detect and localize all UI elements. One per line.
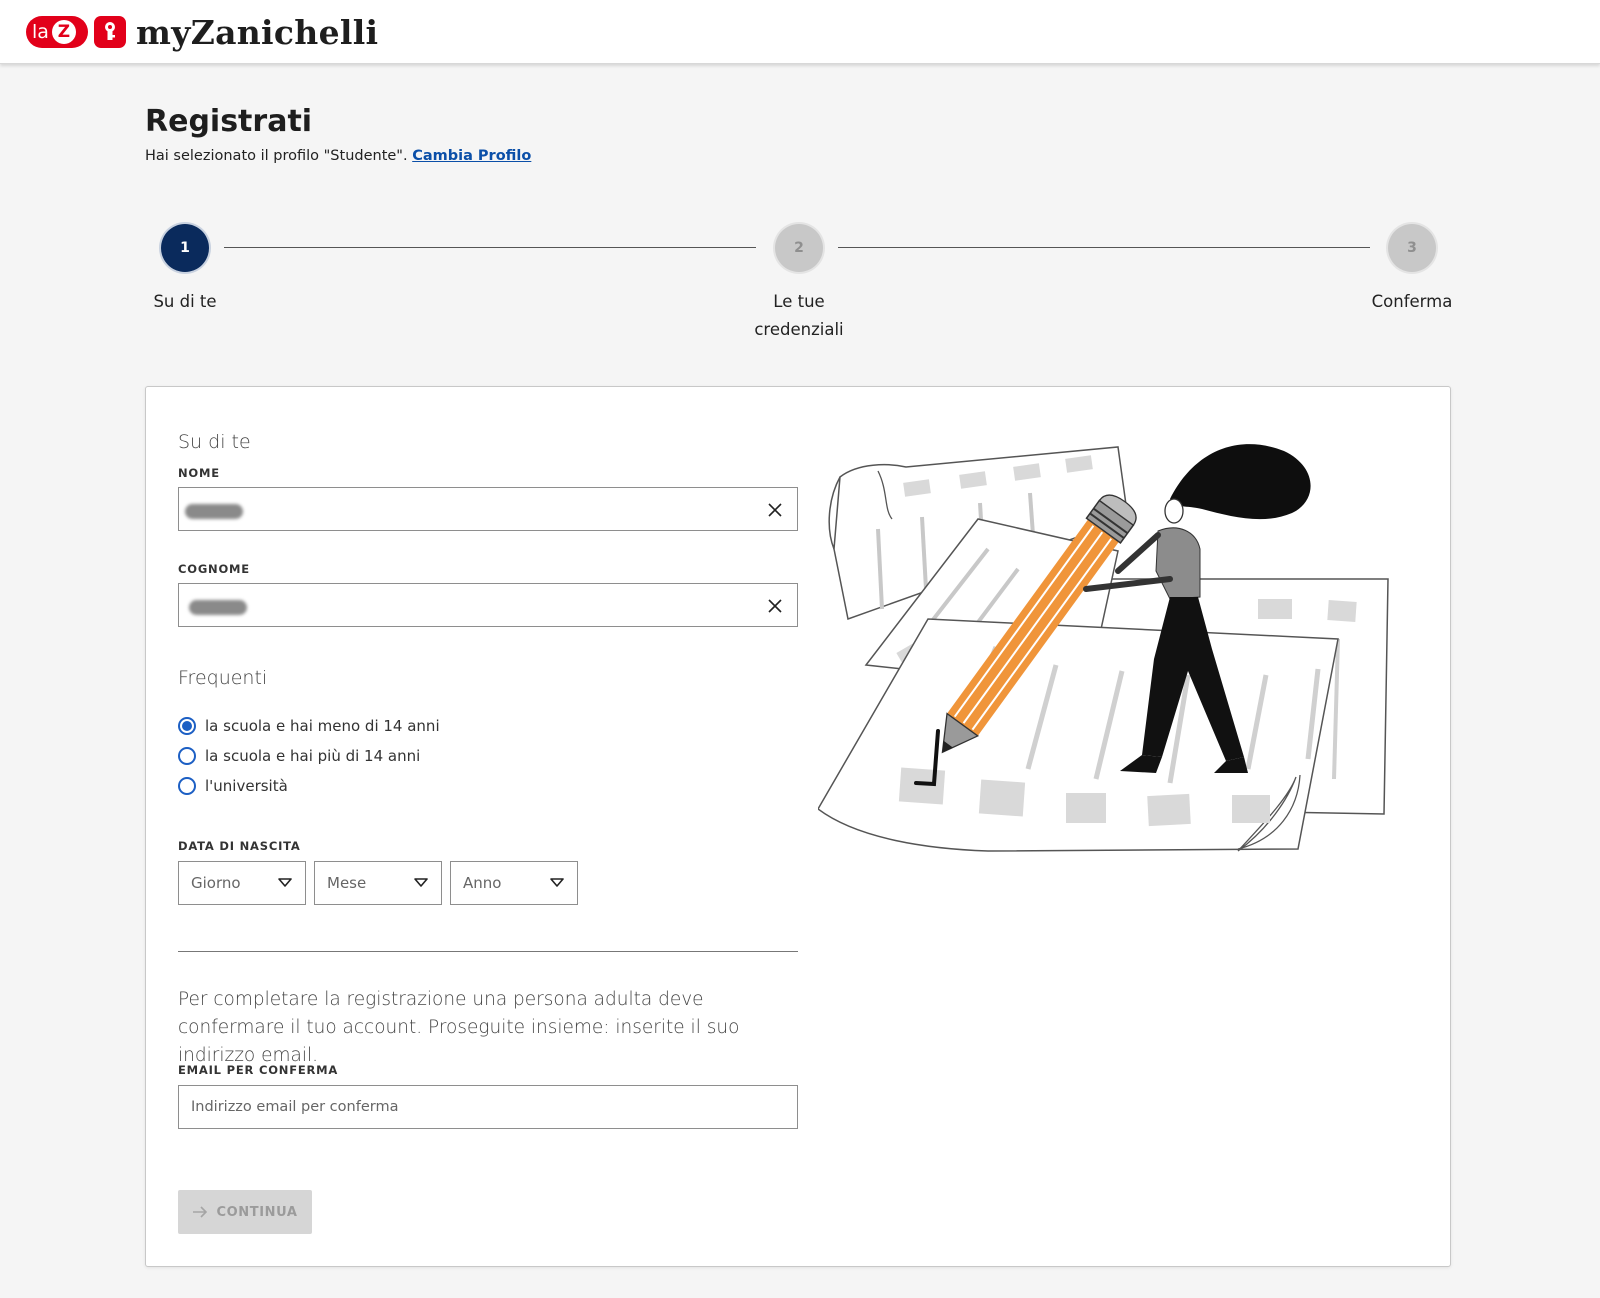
radio-label: la scuola e hai più di 14 anni bbox=[205, 747, 421, 765]
chevron-down-icon bbox=[414, 878, 428, 887]
logo-brand-text: myZanichelli bbox=[136, 12, 379, 52]
arrow-right-icon bbox=[192, 1206, 208, 1218]
la-z-logo-badge: la Z bbox=[26, 16, 88, 48]
step-connector-1 bbox=[224, 247, 756, 248]
radio-label: la scuola e hai meno di 14 anni bbox=[205, 717, 440, 735]
radio-label: l'università bbox=[205, 777, 288, 795]
cognome-value-redacted bbox=[189, 600, 247, 615]
radio-option-under-14[interactable]: la scuola e hai meno di 14 anni bbox=[178, 717, 440, 735]
radio-option-over-14[interactable]: la scuola e hai più di 14 anni bbox=[178, 747, 420, 765]
registration-card: Su di te NOME COGNOME Frequenti la scuol… bbox=[145, 386, 1451, 1267]
step-3-label: Conferma bbox=[1371, 292, 1453, 311]
clear-cognome-icon[interactable] bbox=[765, 596, 785, 616]
radio-button[interactable] bbox=[178, 717, 196, 735]
radio-button[interactable] bbox=[178, 747, 196, 765]
zanichelli-logo[interactable]: la Z myZanichelli bbox=[26, 12, 378, 52]
continue-label: CONTINUA bbox=[216, 1204, 298, 1220]
chevron-down-icon bbox=[550, 878, 564, 887]
birth-month-select[interactable]: Mese bbox=[314, 861, 442, 905]
step-connector-2 bbox=[838, 247, 1370, 248]
change-profile-link[interactable]: Cambia Profilo bbox=[412, 148, 531, 164]
cognome-label: COGNOME bbox=[178, 562, 250, 576]
form-divider bbox=[178, 951, 798, 952]
birth-date-label: DATA DI NASCITA bbox=[178, 839, 301, 853]
radio-button[interactable] bbox=[178, 777, 196, 795]
birth-day-placeholder: Giorno bbox=[191, 874, 241, 892]
frequenti-title: Frequenti bbox=[178, 667, 268, 689]
step-1-label: Su di te bbox=[153, 292, 217, 311]
registration-illustration bbox=[818, 444, 1389, 852]
logo-z-letter: Z bbox=[51, 20, 76, 44]
section-title-su-di-te: Su di te bbox=[178, 431, 251, 453]
email-confirm-label: EMAIL PER CONFERMA bbox=[178, 1063, 339, 1077]
chevron-down-icon bbox=[278, 878, 292, 887]
step-2-label: Le tue credenziali bbox=[739, 288, 859, 344]
nome-input[interactable] bbox=[178, 487, 798, 531]
birth-year-select[interactable]: Anno bbox=[450, 861, 578, 905]
continue-button[interactable]: CONTINUA bbox=[178, 1190, 312, 1234]
profile-subtitle: Hai selezionato il profilo "Studente". C… bbox=[145, 148, 531, 164]
top-header-bar: la Z myZanichelli bbox=[0, 0, 1600, 64]
clear-nome-icon[interactable] bbox=[765, 500, 785, 520]
step-1-circle: 1 bbox=[161, 224, 209, 272]
nome-label: NOME bbox=[178, 466, 220, 480]
profile-subtitle-text: Hai selezionato il profilo "Studente". bbox=[145, 148, 413, 164]
nome-value-redacted bbox=[185, 504, 243, 519]
birth-day-select[interactable]: Giorno bbox=[178, 861, 306, 905]
radio-selected-dot bbox=[182, 721, 192, 731]
adult-confirmation-notice: Per completare la registrazione una pers… bbox=[178, 989, 740, 1066]
keyhole-icon bbox=[94, 16, 126, 48]
page-title: Registrati bbox=[145, 104, 313, 139]
email-confirm-input[interactable] bbox=[178, 1085, 798, 1129]
logo-la-text: la bbox=[32, 21, 49, 43]
birth-month-placeholder: Mese bbox=[327, 874, 367, 892]
cognome-input[interactable] bbox=[178, 583, 798, 627]
step-3-circle: 3 bbox=[1388, 224, 1436, 272]
step-2-label-line2: credenziali bbox=[754, 320, 844, 339]
step-2-label-line1: Le tue bbox=[773, 292, 825, 311]
radio-option-university[interactable]: l'università bbox=[178, 777, 288, 795]
birth-year-placeholder: Anno bbox=[463, 874, 502, 892]
step-2-circle: 2 bbox=[775, 224, 823, 272]
